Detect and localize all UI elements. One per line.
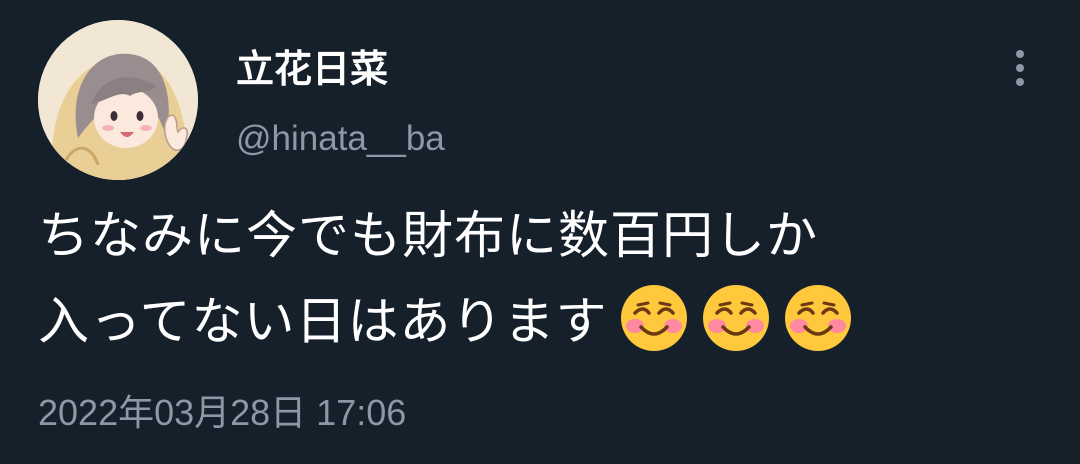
- tweet-text-line-2: 入ってない日はあります: [38, 280, 1048, 366]
- tweet-text: ちなみに今でも財布に数百円しか 入ってない日はあります: [38, 194, 1048, 366]
- tweet-text-line: 入ってない日はあります: [38, 293, 608, 352]
- more-vertical-icon: [1016, 50, 1024, 58]
- tweet-timestamp[interactable]: 2022年03月28日 17:06: [38, 388, 406, 438]
- user-handle[interactable]: @hinata__ba: [236, 116, 445, 162]
- tweet-text-line: ちなみに今でも財布に数百円しか: [38, 207, 819, 266]
- avatar[interactable]: [38, 20, 198, 180]
- smiling-face-emoji: [621, 285, 688, 351]
- smiling-face-emoji: [785, 285, 852, 351]
- more-vertical-icon-dot: [1016, 78, 1024, 86]
- display-name[interactable]: 立花日菜: [236, 44, 388, 94]
- smiling-face-emoji: [703, 285, 770, 351]
- more-vertical-icon-dot: [1016, 64, 1024, 72]
- more-options-button[interactable]: [1004, 46, 1036, 90]
- avatar-image: [38, 20, 198, 180]
